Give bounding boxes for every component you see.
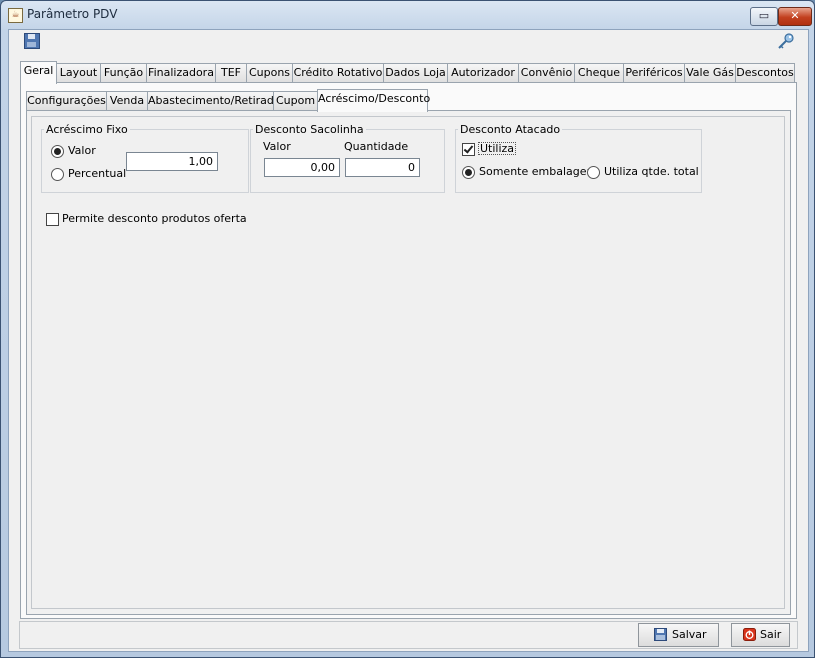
acrescimo-valor-radio[interactable]	[51, 145, 64, 158]
tab-layout[interactable]: Layout	[56, 63, 101, 83]
restore-button[interactable]: ▭	[750, 7, 778, 26]
window-title: Parâmetro PDV	[27, 7, 118, 21]
java-cup-icon: ☕	[8, 8, 23, 23]
tab-autorizador[interactable]: Autorizador	[447, 63, 519, 83]
atacado-utiliza-label: Utiliza	[478, 142, 517, 155]
tab-convenio[interactable]: Convênio	[518, 63, 575, 83]
atacado-utiliza-checkbox[interactable]	[462, 143, 475, 156]
exit-button[interactable]: Sair	[731, 623, 790, 647]
acrescimo-valor-label: Valor	[68, 144, 96, 157]
exit-button-label: Sair	[760, 628, 782, 641]
power-icon	[743, 628, 756, 641]
atacado-qtde-total-label: Utiliza qtde. total	[604, 165, 699, 178]
tab-credito-rotativo[interactable]: Crédito Rotativo	[292, 63, 384, 83]
save-button-label: Salvar	[672, 628, 707, 641]
tab-descontos[interactable]: Descontos	[735, 63, 795, 83]
sacolinha-valor-field[interactable]: 0,00	[264, 158, 340, 177]
sacolinha-valor-label: Valor	[263, 140, 291, 153]
atacado-somente-embalagem-label: Somente embalagem	[479, 165, 598, 178]
subtab-cupom[interactable]: Cupom	[273, 91, 318, 111]
tab-cupons[interactable]: Cupons	[246, 63, 293, 83]
tab-cheque[interactable]: Cheque	[574, 63, 624, 83]
tab-geral[interactable]: Geral	[20, 61, 57, 84]
tab-perifericos[interactable]: Periféricos	[623, 63, 685, 83]
tab-funcao[interactable]: Função	[100, 63, 147, 83]
subtab-abastecimento-retirada[interactable]: Abastecimento/Retirada	[147, 91, 281, 111]
desconto-sacolinha-legend: Desconto Sacolinha	[255, 123, 364, 136]
acrescimo-percentual-label: Percentual	[68, 167, 127, 180]
acrescimo-value-field[interactable]: 1,00	[126, 152, 218, 171]
window-content: Geral Layout Função Finalizadora TEF Cup…	[8, 29, 809, 652]
tab-panel-geral: Configurações Venda Abastecimento/Retira…	[20, 82, 797, 619]
tab-finalizadora[interactable]: Finalizadora	[146, 63, 216, 83]
floppy-disk-icon[interactable]	[24, 33, 40, 49]
sacolinha-quantidade-label: Quantidade	[344, 140, 409, 153]
subtab-venda[interactable]: Venda	[106, 91, 148, 111]
acrescimo-percentual-radio[interactable]	[51, 168, 64, 181]
desconto-atacado-legend: Desconto Atacado	[460, 123, 561, 136]
floppy-disk-icon	[654, 628, 667, 641]
subtab-acrescimo-desconto[interactable]: Acréscimo/Desconto	[317, 89, 430, 112]
subtab-configuracoes[interactable]: Configurações	[26, 91, 107, 111]
save-button[interactable]: Salvar	[638, 623, 719, 647]
tab-tef[interactable]: TEF	[215, 63, 247, 83]
main-window: ☕ Parâmetro PDV ▭ ✕ Geral Layout Função …	[0, 0, 815, 658]
key-icon[interactable]	[777, 32, 795, 50]
button-bar: Salvar Sair	[19, 621, 798, 649]
acrescimo-fixo-legend: Acréscimo Fixo	[46, 123, 128, 136]
close-window-button[interactable]: ✕	[778, 7, 812, 26]
desconto-sacolinha-group: Desconto Sacolinha Valor Quantidade 0,00…	[250, 123, 445, 193]
permite-oferta-label: Permite desconto produtos oferta	[62, 212, 247, 225]
atacado-somente-embalagem-radio[interactable]	[462, 166, 475, 179]
title-bar[interactable]: ☕ Parâmetro PDV ▭ ✕	[1, 1, 814, 29]
sacolinha-quantidade-field[interactable]: 0	[345, 158, 420, 177]
desconto-atacado-group: Desconto Atacado Utiliza Somente embalag…	[455, 123, 702, 193]
subtab-panel-acrescimo-desconto: Acréscimo Fixo Valor Percentual 1,00 Des…	[26, 110, 791, 615]
atacado-qtde-total-radio[interactable]	[587, 166, 600, 179]
tab-vale-gas[interactable]: Vale Gás	[684, 63, 736, 83]
tab-dados-loja[interactable]: Dados Loja	[383, 63, 448, 83]
permite-oferta-checkbox[interactable]	[46, 213, 59, 226]
acrescimo-fixo-group: Acréscimo Fixo Valor Percentual 1,00	[41, 123, 249, 193]
settings-panel: Acréscimo Fixo Valor Percentual 1,00 Des…	[31, 116, 785, 609]
